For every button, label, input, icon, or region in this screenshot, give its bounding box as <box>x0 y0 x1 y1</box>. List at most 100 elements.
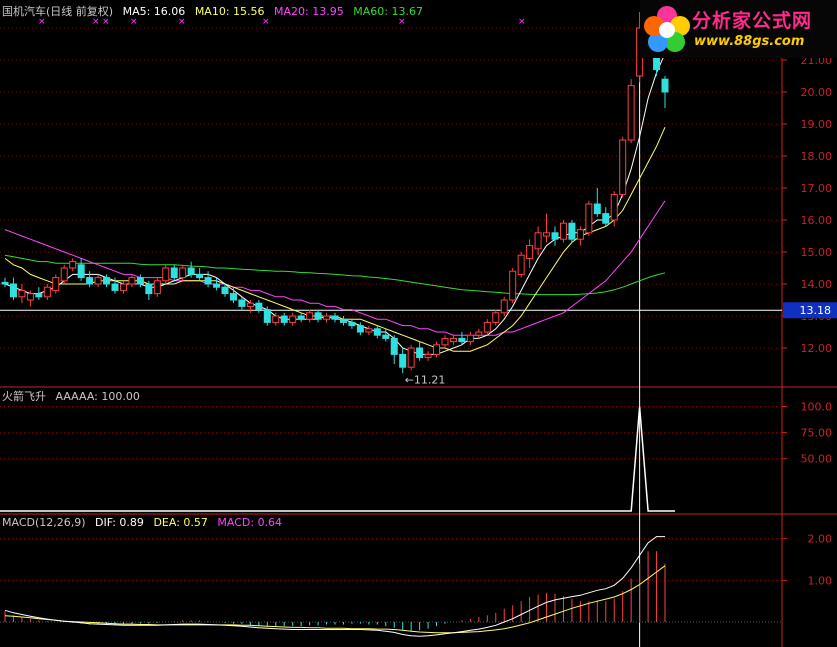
candle-body <box>136 277 144 285</box>
candle <box>424 351 432 361</box>
price-tick-label: 12.00 <box>801 342 833 355</box>
candle <box>60 264 68 284</box>
rocket-legend: AAAAA: 100.00 <box>55 390 140 403</box>
candle-body <box>35 293 43 298</box>
candle-body <box>18 289 26 298</box>
candle <box>86 271 94 288</box>
price-axis: 12.0013.0014.0015.0016.0017.0018.0019.00… <box>782 22 837 355</box>
candle-body <box>559 222 567 240</box>
rocket-tick-label: 100.0 <box>801 400 833 413</box>
candle <box>593 188 601 217</box>
candle-body <box>339 318 347 323</box>
price-tick-label: 20.00 <box>801 86 833 99</box>
candle <box>77 258 85 281</box>
candle-body <box>627 85 635 141</box>
candle-body <box>534 232 542 250</box>
candle <box>289 312 297 326</box>
candle-body <box>77 264 85 279</box>
candle-body <box>280 315 288 323</box>
candle-body <box>602 213 610 224</box>
candle <box>373 325 381 339</box>
candle <box>69 258 77 272</box>
candle <box>52 274 60 294</box>
price-tick-label: 15.00 <box>801 246 833 259</box>
candle <box>576 226 584 246</box>
candle-body <box>576 229 584 240</box>
logo-title: 分析家公式网 <box>692 10 813 32</box>
rocket-title: 火箭飞升 <box>2 390 46 403</box>
candle-body <box>246 302 254 307</box>
rocket-indicator: 50.00 75.00 100.0 <box>0 400 833 512</box>
candle <box>661 76 669 108</box>
price-tick-label: 16.00 <box>801 214 833 227</box>
candle <box>602 207 610 227</box>
candle <box>627 79 635 144</box>
dif-legend: DIF: 0.89 <box>95 516 144 529</box>
candle <box>263 306 271 326</box>
candle <box>18 284 26 304</box>
rocket-tick-label: 75.00 <box>801 427 833 440</box>
candle <box>229 287 237 304</box>
macd-tick-label: 2.00 <box>808 533 833 546</box>
candle-body <box>221 286 229 295</box>
candle <box>255 300 263 313</box>
candle-body <box>187 267 195 275</box>
candle <box>441 335 449 348</box>
candle-body <box>619 139 627 195</box>
candle-body <box>416 347 424 359</box>
candle <box>339 316 347 326</box>
candle-body <box>26 293 34 301</box>
price-tick-label: 17.00 <box>801 182 833 195</box>
main-header: 国机汽车(日线 前复权) MA5: 16.06 MA10: 15.56 MA20… <box>2 3 429 19</box>
macd-tick-label: 1.00 <box>808 574 833 587</box>
candle-body <box>466 334 474 343</box>
candle <box>534 226 542 256</box>
dif-line <box>4 536 665 637</box>
candle-body <box>424 353 432 359</box>
candle-body <box>314 312 322 320</box>
candle-body <box>373 328 381 336</box>
candle-body <box>568 222 576 240</box>
candle-body <box>323 315 331 320</box>
candle <box>196 268 204 281</box>
candle <box>297 312 305 323</box>
ma60-legend: MA60: 13.67 <box>353 5 423 18</box>
candle <box>153 277 161 297</box>
candle-body <box>94 277 102 285</box>
candle-body <box>551 232 559 240</box>
candle <box>35 287 43 300</box>
logo-url: www.88gs.com <box>694 34 805 49</box>
candle <box>559 220 567 243</box>
candle-body <box>238 299 246 307</box>
candle-body <box>526 245 534 259</box>
candle <box>466 332 474 345</box>
price-tick-label: 19.00 <box>801 118 833 131</box>
candle-body <box>86 277 94 285</box>
candle <box>162 264 170 284</box>
ma10-legend: MA10: 15.56 <box>194 5 265 18</box>
candle-body <box>69 261 77 269</box>
candle <box>365 325 373 336</box>
candle-body <box>433 344 441 355</box>
candle <box>170 264 178 281</box>
candle-body <box>153 280 161 295</box>
candle <box>94 274 102 288</box>
candle-body <box>145 283 153 295</box>
candle-body <box>407 347 415 368</box>
candle-body <box>449 337 457 343</box>
candle-body <box>1 281 9 285</box>
candle <box>619 136 627 198</box>
candle <box>43 284 51 300</box>
candle <box>1 277 9 288</box>
candle-body <box>306 312 314 320</box>
ma60-line <box>4 254 666 296</box>
candle-body <box>272 315 280 323</box>
candle-body <box>162 267 170 282</box>
candle-body <box>543 232 551 237</box>
candle-body <box>263 309 271 323</box>
ma20-legend: MA20: 13.95 <box>274 5 344 18</box>
candle-body <box>229 293 237 301</box>
candle-body <box>661 78 669 93</box>
candle-body <box>475 331 483 336</box>
macd-indicator: 1.00 2.00 <box>0 533 832 637</box>
